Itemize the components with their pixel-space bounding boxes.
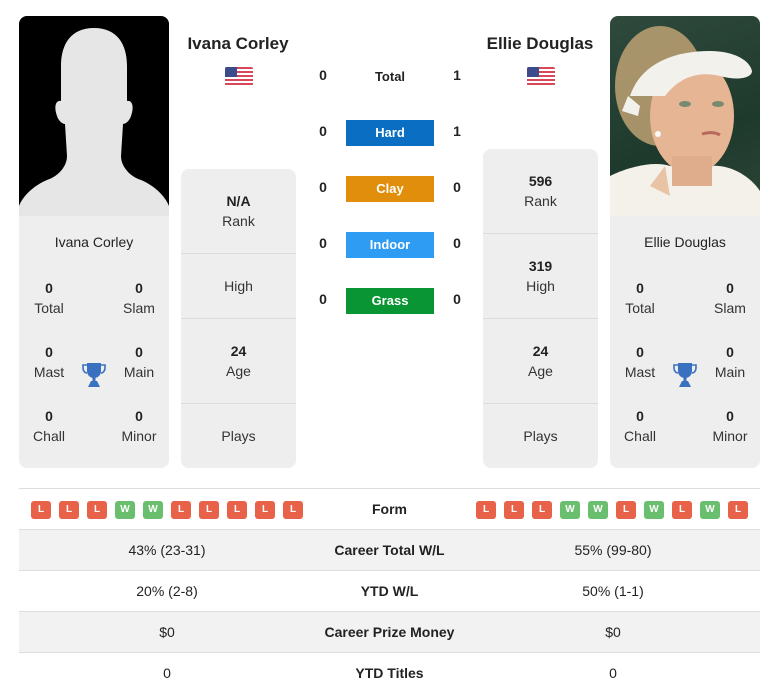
form-badge-loss[interactable]: L [532, 501, 552, 519]
divider [19, 488, 760, 489]
h2h-indoor-left: 0 [319, 235, 327, 251]
form-badge-loss[interactable]: L [616, 501, 636, 519]
us-flag-icon [527, 67, 555, 86]
title-total-right: 0 Total [625, 280, 655, 316]
career-total-wl-label: Career Total W/L [334, 542, 445, 558]
form-badge-loss[interactable]: L [227, 501, 247, 519]
stat-high-right: 319 High [483, 234, 598, 319]
career-prize-money-row: $0 Career Prize Money $0 [19, 612, 760, 653]
stat-age-left: 24 Age [181, 319, 296, 404]
surface-clay-label[interactable]: Clay [346, 176, 434, 202]
h2h-hard-left: 0 [319, 123, 327, 139]
title-minor-right: 0 Minor [712, 408, 748, 444]
stat-plays-left: Plays [221, 428, 256, 444]
stat-plays-right: Plays [523, 428, 558, 444]
form-badge-loss[interactable]: L [476, 501, 496, 519]
player-name-left[interactable]: Ivana Corley [178, 34, 298, 54]
trophy-icon [82, 362, 106, 388]
form-badge-win[interactable]: W [700, 501, 720, 519]
form-badge-loss[interactable]: L [171, 501, 191, 519]
form-row: LLLWWLLLLL Form LLLWWLWLWL [19, 490, 760, 530]
player-card-left: Ivana Corley 0 Total 0 Slam 0 Mast 0 Mai… [19, 16, 169, 468]
form-badge-win[interactable]: W [115, 501, 135, 519]
form-badge-loss[interactable]: L [283, 501, 303, 519]
title-chall-left: 0 Chall [33, 408, 65, 444]
ytd-titles-right: 0 [609, 665, 617, 681]
ytd-titles-label: YTD Titles [355, 665, 424, 681]
surface-indoor-label[interactable]: Indoor [346, 232, 434, 258]
h2h-hard-right: 1 [453, 123, 461, 139]
title-minor-left: 0 Minor [121, 408, 157, 444]
stat-rank-right: 596 Rank [483, 149, 598, 234]
player-photo-right[interactable] [610, 16, 760, 216]
h2h-total-left: 0 [319, 67, 327, 83]
stat-rank-left: N/A Rank [181, 169, 296, 254]
player-photo-left[interactable] [19, 16, 169, 216]
stats-panel-right: 596 Rank 319 High 24 Age Plays [483, 149, 598, 468]
player-portrait-icon [610, 26, 760, 216]
ytd-wl-row: 20% (2-8) YTD W/L 50% (1-1) [19, 571, 760, 612]
h2h-total-right: 1 [453, 67, 461, 83]
h2h-total-label: Total [374, 69, 406, 84]
form-badge-loss[interactable]: L [59, 501, 79, 519]
career-total-wl-row: 43% (23-31) Career Total W/L 55% (99-80) [19, 530, 760, 571]
h2h-clay-left: 0 [319, 179, 327, 195]
form-badge-loss[interactable]: L [728, 501, 748, 519]
player-name-right-card: Ellie Douglas [644, 234, 726, 250]
player-name-left-card: Ivana Corley [54, 234, 134, 250]
stats-panel-left: N/A Rank High 24 Age Plays [181, 169, 296, 468]
player-card-right: Ellie Douglas 0 Total 0 Slam 0 Mast 0 Ma… [610, 16, 760, 468]
career-total-wl-left: 43% (23-31) [128, 542, 206, 558]
surface-grass-label[interactable]: Grass [346, 288, 434, 314]
h2h-grass-right: 0 [453, 291, 461, 307]
ytd-wl-label: YTD W/L [360, 583, 419, 599]
form-badge-loss[interactable]: L [504, 501, 524, 519]
form-badge-win[interactable]: W [560, 501, 580, 519]
form-badge-loss[interactable]: L [255, 501, 275, 519]
stat-age-right: 24 Age [483, 319, 598, 404]
career-prize-money-label: Career Prize Money [324, 624, 455, 640]
trophy-icon [673, 362, 697, 388]
form-badge-loss[interactable]: L [87, 501, 107, 519]
career-prize-money-left: $0 [159, 624, 175, 640]
form-label: Form [372, 501, 407, 517]
h2h-indoor-right: 0 [453, 235, 461, 251]
ytd-wl-left: 20% (2-8) [136, 583, 198, 599]
us-flag-icon [225, 67, 253, 86]
form-badge-win[interactable]: W [644, 501, 664, 519]
form-badge-win[interactable]: W [588, 501, 608, 519]
surface-hard-label[interactable]: Hard [346, 120, 434, 146]
title-total-left: 0 Total [34, 280, 64, 316]
h2h-clay-right: 0 [453, 179, 461, 195]
player-name-right[interactable]: Ellie Douglas [480, 34, 600, 54]
form-badge-win[interactable]: W [143, 501, 163, 519]
ytd-wl-right: 50% (1-1) [582, 583, 644, 599]
title-mast-right: 0 Mast [624, 344, 656, 380]
ytd-titles-row: 0 YTD Titles 0 [19, 653, 760, 694]
form-badge-loss[interactable]: L [199, 501, 219, 519]
silhouette-icon [19, 28, 169, 216]
career-total-wl-right: 55% (99-80) [574, 542, 652, 558]
stat-high-left: High [181, 254, 296, 319]
form-badge-loss[interactable]: L [31, 501, 51, 519]
h2h-grass-left: 0 [319, 291, 327, 307]
ytd-titles-left: 0 [163, 665, 171, 681]
title-main-right: 0 Main [714, 344, 746, 380]
title-mast-left: 0 Mast [33, 344, 65, 380]
career-prize-money-right: $0 [605, 624, 621, 640]
form-badge-loss[interactable]: L [672, 501, 692, 519]
title-main-left: 0 Main [123, 344, 155, 380]
title-slam-right: 0 Slam [714, 280, 746, 316]
title-slam-left: 0 Slam [123, 280, 155, 316]
title-chall-right: 0 Chall [624, 408, 656, 444]
